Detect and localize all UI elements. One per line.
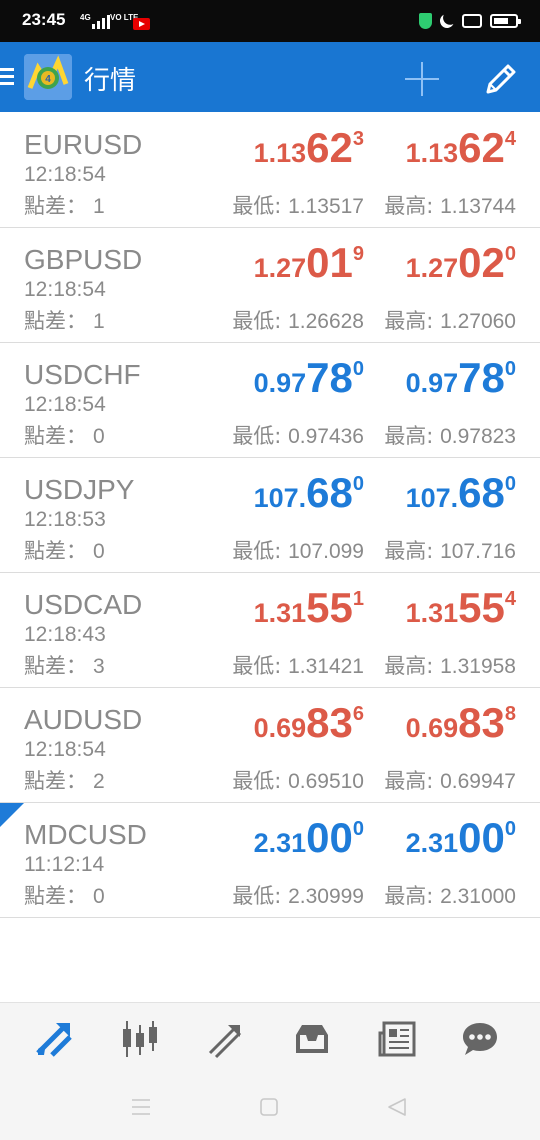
low-price: 最低: 1.13517 [232,194,364,218]
status-time: 23:45 [22,10,66,29]
symbol-name: EURUSD [24,129,143,160]
symbol-name: USDJPY [24,474,135,505]
spread: 點差： 3 [24,654,105,678]
back-icon[interactable] [387,1097,407,1117]
bottom-navigation [0,1002,540,1075]
battery-icon [490,14,521,28]
quote-row-usdcad[interactable]: USDCAD 12:18:43 點差： 3 1.31551 1.31554 最低:… [0,573,540,688]
status-bar: 23:45 4G VO LTE [0,0,540,42]
quote-row-mdcusd[interactable]: MDCUSD 11:12:14 點差： 0 2.31000 2.31000 最低:… [0,803,540,918]
quote-row-usdchf[interactable]: USDCHF 12:18:54 點差： 0 0.97780 0.97780 最低:… [0,343,540,458]
history-icon[interactable] [292,1019,332,1059]
symbol-name: AUDUSD [24,704,143,735]
high-price: 最高: 2.31000 [384,884,516,908]
news-icon[interactable] [378,1019,418,1059]
home-icon[interactable] [260,1098,278,1116]
low-price: 最低: 107.099 [232,539,364,563]
high-price: 最高: 1.31958 [384,654,516,678]
low-price: 最低: 2.30999 [232,884,364,908]
high-price: 最高: 0.69947 [384,769,516,793]
quote-time: 12:18:54 [24,163,106,186]
chart-icon[interactable] [120,1019,160,1059]
spread: 點差： 0 [24,539,105,563]
quote-time: 12:18:54 [24,278,106,301]
bid-price: 0.69836 [253,699,364,746]
bid-price: 2.31000 [253,814,364,861]
recents-icon[interactable] [131,1098,151,1116]
do-not-disturb-moon-icon [438,12,456,30]
low-price: 最低: 1.26628 [232,309,364,333]
bid-price: 1.31551 [253,584,364,631]
low-price: 最低: 0.97436 [232,424,364,448]
high-price: 最高: 0.97823 [384,424,516,448]
quote-row-audusd[interactable]: AUDUSD 12:18:54 點差： 2 0.69836 0.69838 最低:… [0,688,540,803]
ask-price: 1.13624 [405,124,516,171]
menu-icon[interactable] [0,68,14,88]
ask-price: 0.69838 [405,699,516,746]
metatrader-logo[interactable]: 4 [24,54,72,100]
bid-price: 1.13623 [253,124,364,171]
selected-row-marker [0,803,24,827]
quote-time: 12:18:54 [24,393,106,416]
quote-time: 12:18:54 [24,738,106,761]
symbol-name: USDCHF [24,359,141,390]
spread: 點差： 1 [24,194,105,218]
messages-icon[interactable] [460,1019,500,1059]
quotes-icon[interactable] [34,1019,74,1059]
bid-price: 1.27019 [253,239,364,286]
vibrate-icon [462,14,482,28]
signal-icon [92,15,110,29]
system-navigation-bar [0,1074,540,1140]
ask-price: 2.31000 [405,814,516,861]
spread: 點差： 1 [24,309,105,333]
high-price: 最高: 107.716 [384,539,516,563]
high-price: 最高: 1.27060 [384,309,516,333]
quote-time: 12:18:43 [24,623,106,646]
quote-time: 12:18:53 [24,508,106,531]
spread: 點差： 0 [24,884,105,908]
security-shield-icon [419,13,432,29]
symbol-name: MDCUSD [24,819,147,850]
symbol-name: GBPUSD [24,244,143,275]
add-icon[interactable] [405,62,439,96]
youtube-notification-icon [133,18,150,30]
page-title: 行情 [84,66,137,96]
quote-row-usdjpy[interactable]: USDJPY 12:18:53 點差： 0 107.680 107.680 最低:… [0,458,540,573]
spread: 點差： 0 [24,424,105,448]
svg-text:4: 4 [45,74,51,85]
bid-price: 0.97780 [253,354,364,401]
quotes-list: EURUSD 12:18:54 點差： 1 1.13623 1.13624 最低:… [0,113,540,918]
ask-price: 1.27020 [405,239,516,286]
ask-price: 1.31554 [405,584,516,631]
edit-icon[interactable] [484,62,518,96]
symbol-name: USDCAD [24,589,143,620]
bid-price: 107.680 [253,469,364,516]
spread: 點差： 2 [24,769,105,793]
network-type: 4G [80,13,91,22]
quote-row-gbpusd[interactable]: GBPUSD 12:18:54 點差： 1 1.27019 1.27020 最低:… [0,228,540,343]
low-price: 最低: 1.31421 [232,654,364,678]
trade-icon[interactable] [206,1019,246,1059]
high-price: 最高: 1.13744 [384,194,516,218]
quote-row-eurusd[interactable]: EURUSD 12:18:54 點差： 1 1.13623 1.13624 最低:… [0,113,540,228]
low-price: 最低: 0.69510 [232,769,364,793]
ask-price: 107.680 [405,469,516,516]
app-bar: 4 行情 [0,42,540,112]
ask-price: 0.97780 [405,354,516,401]
quote-time: 11:12:14 [24,853,105,876]
